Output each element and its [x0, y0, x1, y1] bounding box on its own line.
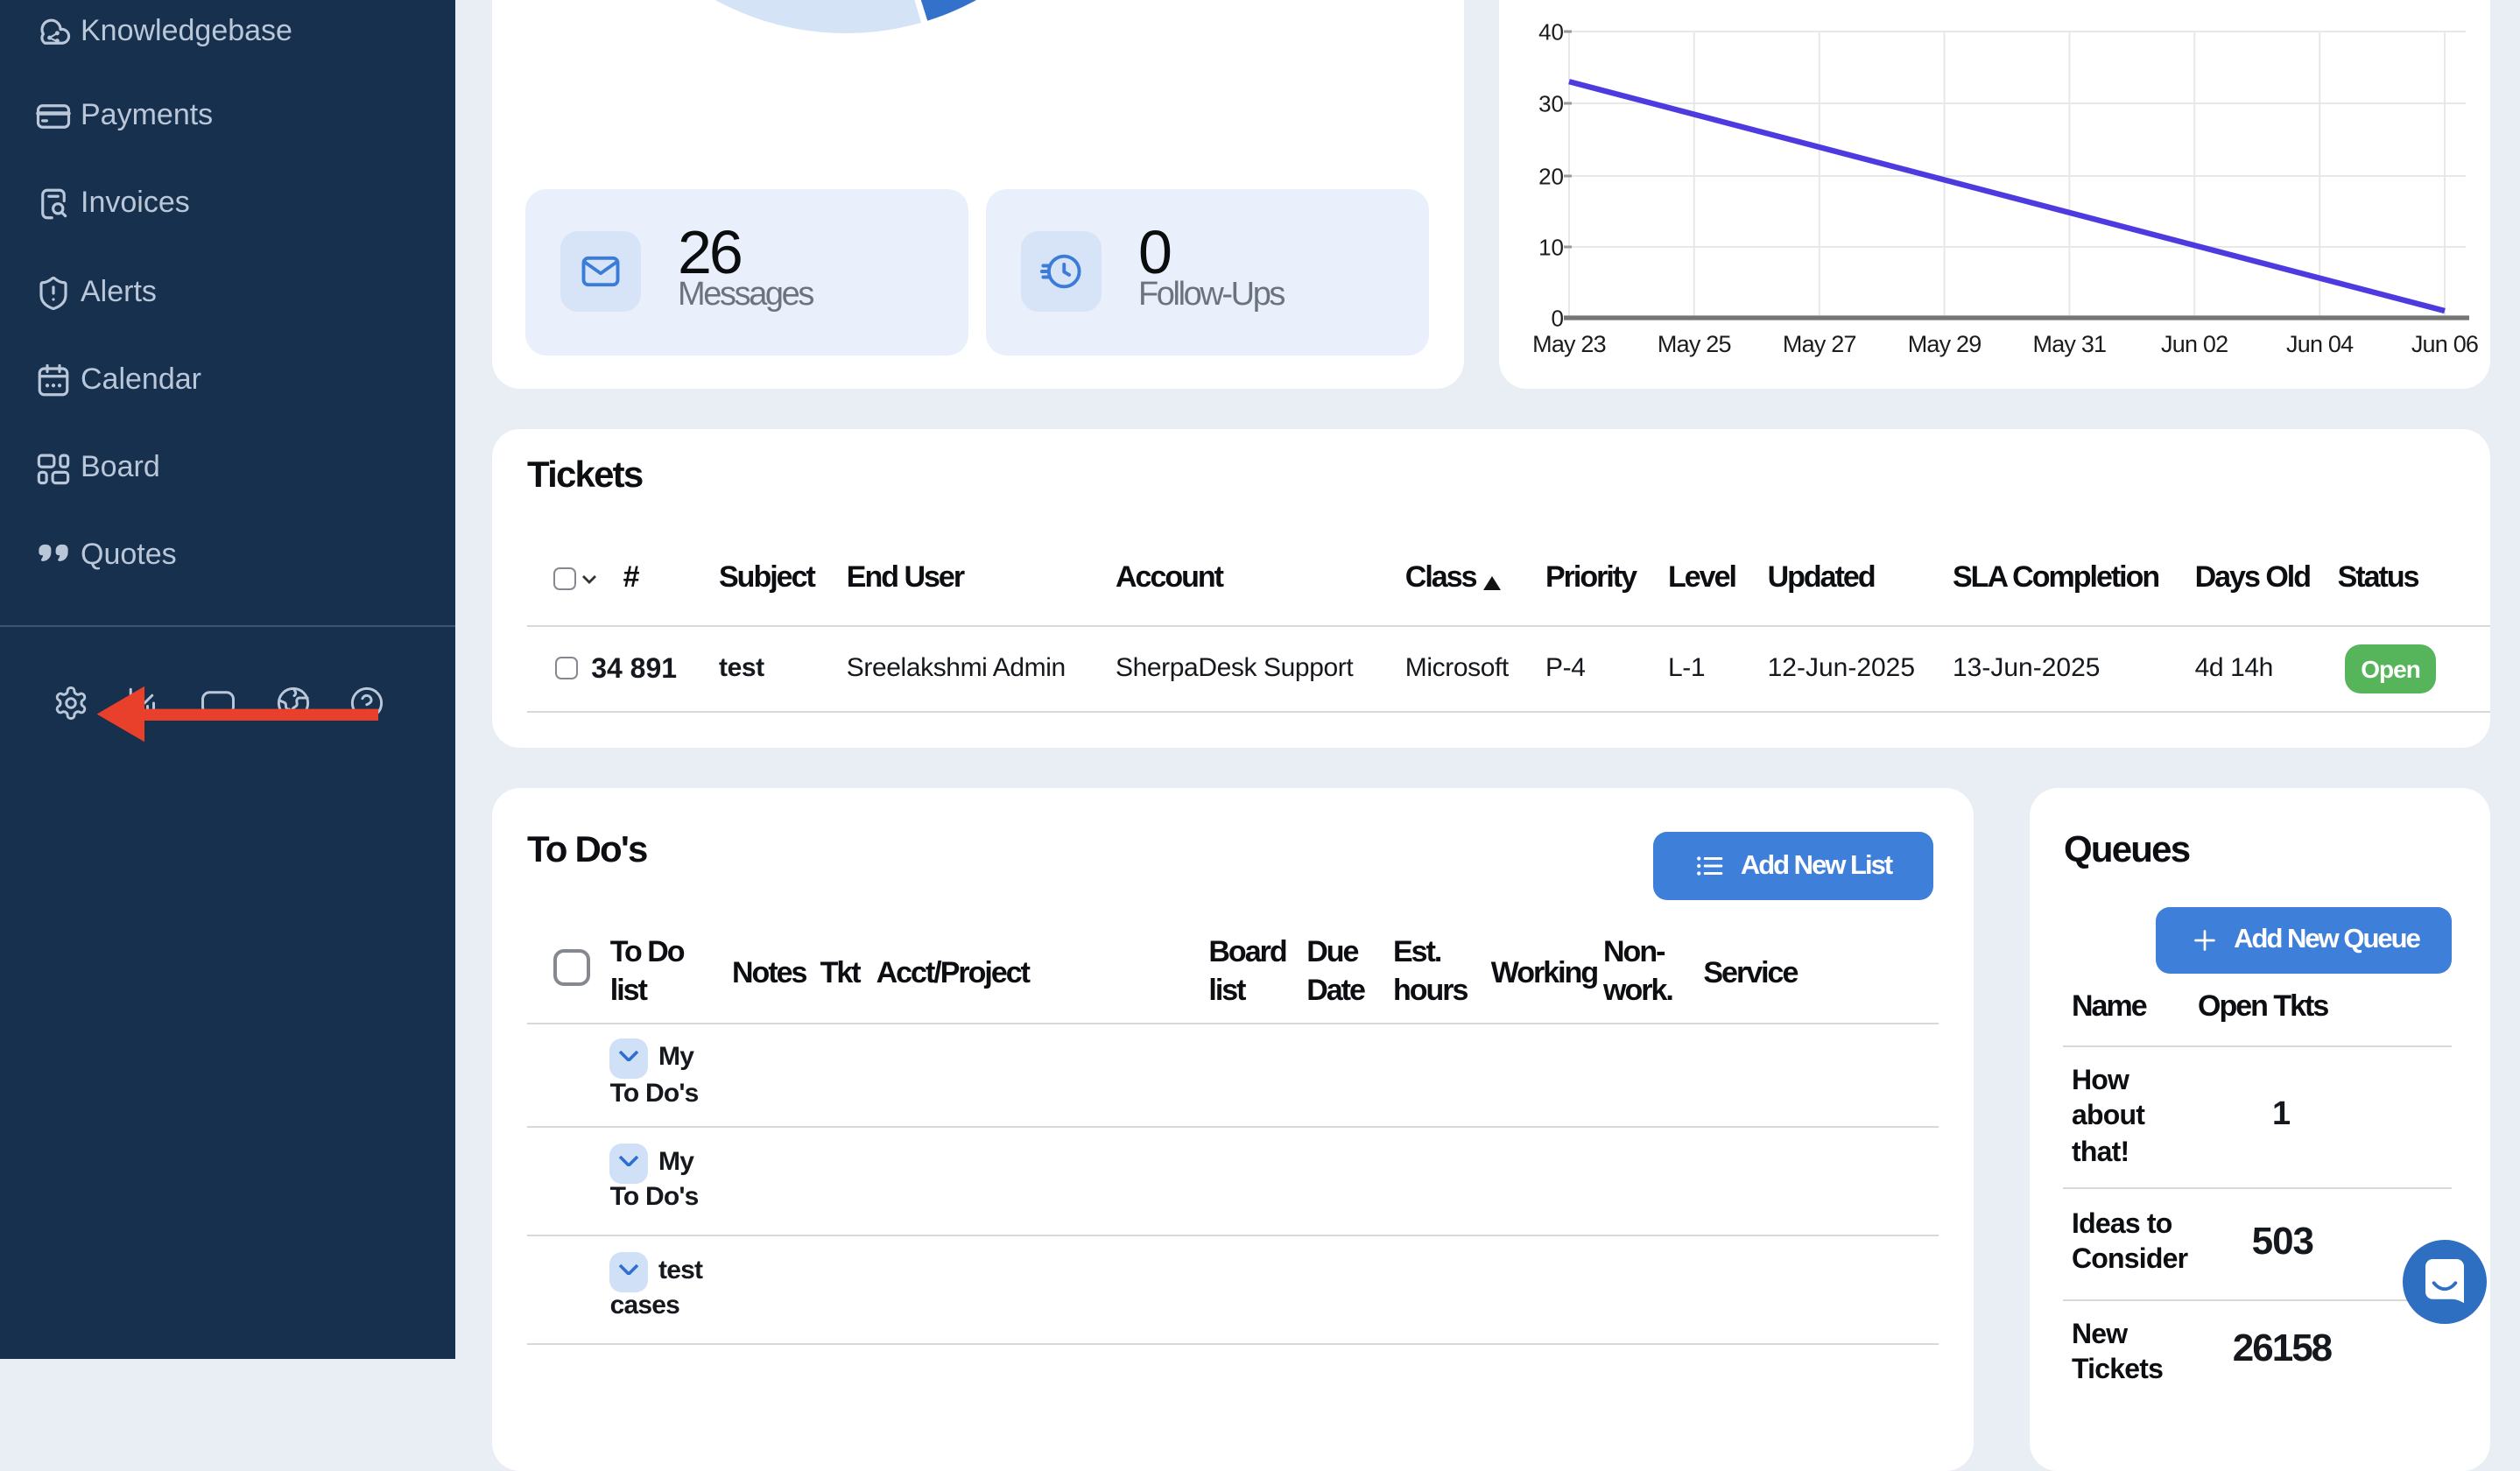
- svg-text:20: 20: [1538, 163, 1564, 189]
- svg-text:May 31: May 31: [2033, 331, 2107, 357]
- svg-text:Jun 04: Jun 04: [2286, 331, 2354, 357]
- svg-text:30: 30: [1538, 90, 1564, 116]
- svg-text:40: 40: [1538, 18, 1564, 45]
- svg-text:Jun 02: Jun 02: [2161, 331, 2228, 357]
- svg-text:0: 0: [1552, 305, 1564, 331]
- svg-text:May 29: May 29: [1908, 331, 1982, 357]
- svg-text:May 27: May 27: [1783, 331, 1856, 357]
- svg-text:May 25: May 25: [1658, 331, 1731, 357]
- svg-text:10: 10: [1538, 234, 1564, 260]
- svg-text:May 23: May 23: [1532, 331, 1606, 357]
- svg-text:Jun 06: Jun 06: [2411, 331, 2478, 357]
